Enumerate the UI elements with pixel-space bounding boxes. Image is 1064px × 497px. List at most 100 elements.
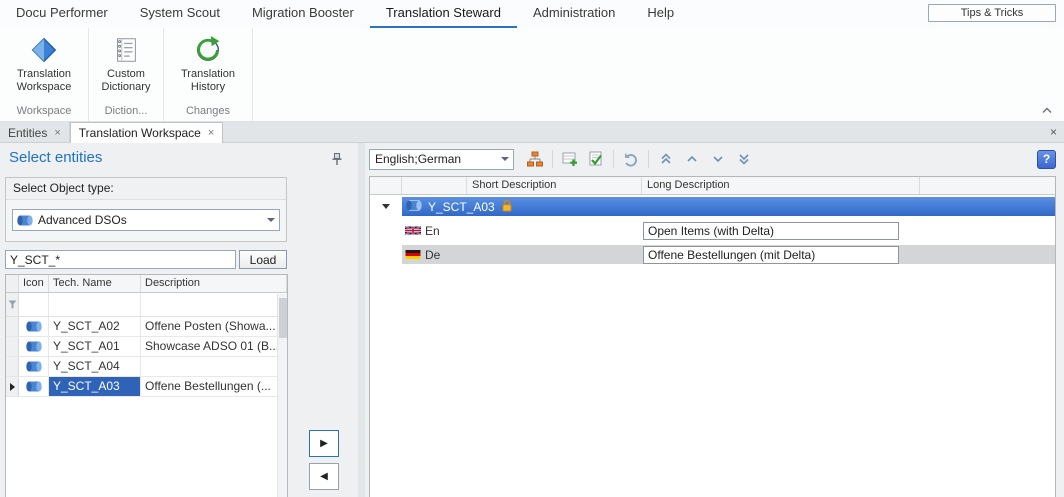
table-row-selected[interactable]: Y_SCT_A03 Offene Bestellungen (... bbox=[6, 377, 287, 397]
ribbon-button-label: Custom Dictionary bbox=[97, 68, 155, 94]
menu-item-translation-steward[interactable]: Translation Steward bbox=[370, 0, 517, 28]
pin-icon[interactable] bbox=[331, 153, 343, 169]
move-top-button[interactable] bbox=[654, 148, 678, 170]
panel-title: Select entities bbox=[9, 149, 102, 166]
table-row[interactable]: Y_SCT_A02 Offene Posten (Showa... bbox=[6, 317, 287, 337]
load-button[interactable]: Load bbox=[239, 250, 287, 269]
ribbon-button-label: Translation Workspace bbox=[8, 68, 80, 94]
column-header-description[interactable]: Description bbox=[141, 275, 287, 293]
help-button[interactable]: ? bbox=[1037, 150, 1056, 169]
language-code: En bbox=[425, 224, 440, 238]
entity-group-row[interactable]: Y_SCT_A03 bbox=[370, 197, 1055, 216]
column-header-short-description[interactable]: Short Description bbox=[467, 177, 642, 194]
row-indicator-header bbox=[6, 275, 19, 293]
language-pair-dropdown[interactable]: English;German bbox=[369, 149, 514, 170]
filter-cell[interactable] bbox=[141, 293, 287, 316]
ribbon-group-label-changes: Changes bbox=[172, 104, 244, 121]
tab-translation-workspace[interactable]: Translation Workspace bbox=[70, 122, 224, 143]
filter-cell[interactable] bbox=[19, 293, 49, 316]
add-entry-icon bbox=[562, 151, 578, 167]
scrollbar-thumb[interactable] bbox=[279, 298, 287, 338]
custom-dictionary-button[interactable]: Custom Dictionary bbox=[97, 31, 155, 104]
column-header-tech-name[interactable]: Tech. Name bbox=[49, 275, 141, 293]
tab-entities[interactable]: Entities bbox=[0, 122, 70, 143]
entity-table: Icon Tech. Name Description Y_SCT_A02 bbox=[5, 274, 288, 497]
table-row[interactable]: Y_SCT_A01 Showcase ADSO 01 (B... bbox=[6, 337, 287, 357]
tech-name-cell: Y_SCT_A04 bbox=[49, 357, 141, 376]
tech-name-cell: Y_SCT_A02 bbox=[49, 317, 141, 336]
add-entity-button[interactable]: ▶ bbox=[309, 430, 339, 457]
grid-header-indent bbox=[370, 177, 402, 194]
panel-splitter[interactable] bbox=[358, 143, 365, 497]
translation-workspace-panel: English;German bbox=[365, 143, 1064, 497]
tech-name-filter-input[interactable] bbox=[5, 250, 236, 269]
tips-tricks-button[interactable]: Tips & Tricks bbox=[928, 4, 1056, 22]
select-entities-panel: Select entities Select Object type: Adva… bbox=[0, 143, 358, 497]
chevron-down-icon[interactable] bbox=[496, 150, 513, 169]
translation-history-button[interactable]: Translation History bbox=[172, 31, 244, 104]
tech-name-cell: Y_SCT_A03 bbox=[49, 377, 141, 396]
hierarchy-icon bbox=[527, 151, 543, 167]
custom-dictionary-icon bbox=[110, 34, 142, 66]
ribbon-group-label-workspace: Workspace bbox=[8, 104, 80, 121]
filter-row bbox=[6, 293, 287, 317]
menu-item-docu-performer[interactable]: Docu Performer bbox=[0, 0, 124, 28]
move-down-button[interactable] bbox=[706, 148, 730, 170]
short-description-cell[interactable] bbox=[467, 245, 642, 264]
adso-icon bbox=[19, 377, 49, 396]
vertical-scrollbar[interactable] bbox=[277, 294, 287, 497]
table-row[interactable]: Y_SCT_A04 bbox=[6, 357, 287, 377]
expand-collapse-icon[interactable] bbox=[382, 204, 390, 209]
adso-icon bbox=[19, 317, 49, 336]
grid-header-language[interactable] bbox=[402, 177, 467, 194]
adso-icon bbox=[406, 200, 422, 214]
close-icon[interactable] bbox=[54, 127, 60, 139]
undo-button[interactable] bbox=[619, 148, 643, 170]
menu-item-system-scout[interactable]: System Scout bbox=[124, 0, 236, 28]
add-entry-button[interactable] bbox=[558, 148, 582, 170]
ribbon-button-label: Translation History bbox=[172, 68, 244, 94]
language-pair-value: English;German bbox=[370, 152, 496, 166]
translation-history-icon bbox=[192, 34, 224, 66]
tech-name-cell: Y_SCT_A01 bbox=[49, 337, 141, 356]
entity-name: Y_SCT_A03 bbox=[428, 200, 495, 214]
menu-item-help[interactable]: Help bbox=[631, 0, 690, 28]
language-row-en[interactable]: En Open Items (with Delta) bbox=[370, 221, 1055, 240]
undo-icon bbox=[623, 151, 639, 167]
filter-icon bbox=[6, 293, 19, 316]
ribbon-collapse-button[interactable] bbox=[1040, 104, 1054, 116]
remove-entity-button[interactable]: ◀ bbox=[309, 463, 339, 490]
column-header-icon[interactable]: Icon bbox=[19, 275, 49, 293]
filter-cell[interactable] bbox=[49, 293, 141, 316]
move-down-icon bbox=[712, 153, 724, 165]
menu-item-migration-booster[interactable]: Migration Booster bbox=[236, 0, 370, 28]
menu-item-administration[interactable]: Administration bbox=[517, 0, 631, 28]
object-type-groupbox: Select Object type: Advanced DSOs bbox=[5, 177, 287, 242]
description-cell: Offene Posten (Showa... bbox=[141, 317, 287, 336]
ribbon-group-dictionary: Custom Dictionary Diction... bbox=[89, 28, 164, 121]
move-bottom-icon bbox=[738, 153, 750, 165]
language-row-de[interactable]: De Offene Bestellungen (mit Delta) bbox=[370, 245, 1055, 264]
close-icon[interactable] bbox=[1050, 125, 1057, 139]
close-icon[interactable] bbox=[208, 127, 214, 139]
ribbon-group-workspace: Translation Workspace Workspace bbox=[0, 28, 89, 121]
hierarchy-button[interactable] bbox=[523, 148, 547, 170]
confirm-button[interactable] bbox=[584, 148, 608, 170]
move-top-icon bbox=[660, 153, 672, 165]
translation-workspace-button[interactable]: Translation Workspace bbox=[8, 31, 80, 104]
object-type-dropdown[interactable]: Advanced DSOs bbox=[12, 209, 280, 231]
translation-workspace-icon bbox=[28, 34, 60, 66]
docu-performer-window: Docu Performer System Scout Migration Bo… bbox=[0, 0, 1064, 497]
chevron-down-icon[interactable] bbox=[262, 210, 279, 230]
long-description-editor[interactable]: Offene Bestellungen (mit Delta) bbox=[643, 246, 899, 264]
language-code: De bbox=[425, 248, 440, 262]
adso-icon bbox=[19, 357, 49, 376]
short-description-cell[interactable] bbox=[467, 221, 642, 240]
object-type-label: Select Object type: bbox=[6, 178, 286, 200]
column-header-long-description[interactable]: Long Description bbox=[642, 177, 920, 194]
long-description-editor[interactable]: Open Items (with Delta) bbox=[643, 222, 899, 240]
move-up-button[interactable] bbox=[680, 148, 704, 170]
tab-label: Translation Workspace bbox=[79, 126, 201, 140]
menu-bar: Docu Performer System Scout Migration Bo… bbox=[0, 0, 1064, 28]
move-bottom-button[interactable] bbox=[732, 148, 756, 170]
